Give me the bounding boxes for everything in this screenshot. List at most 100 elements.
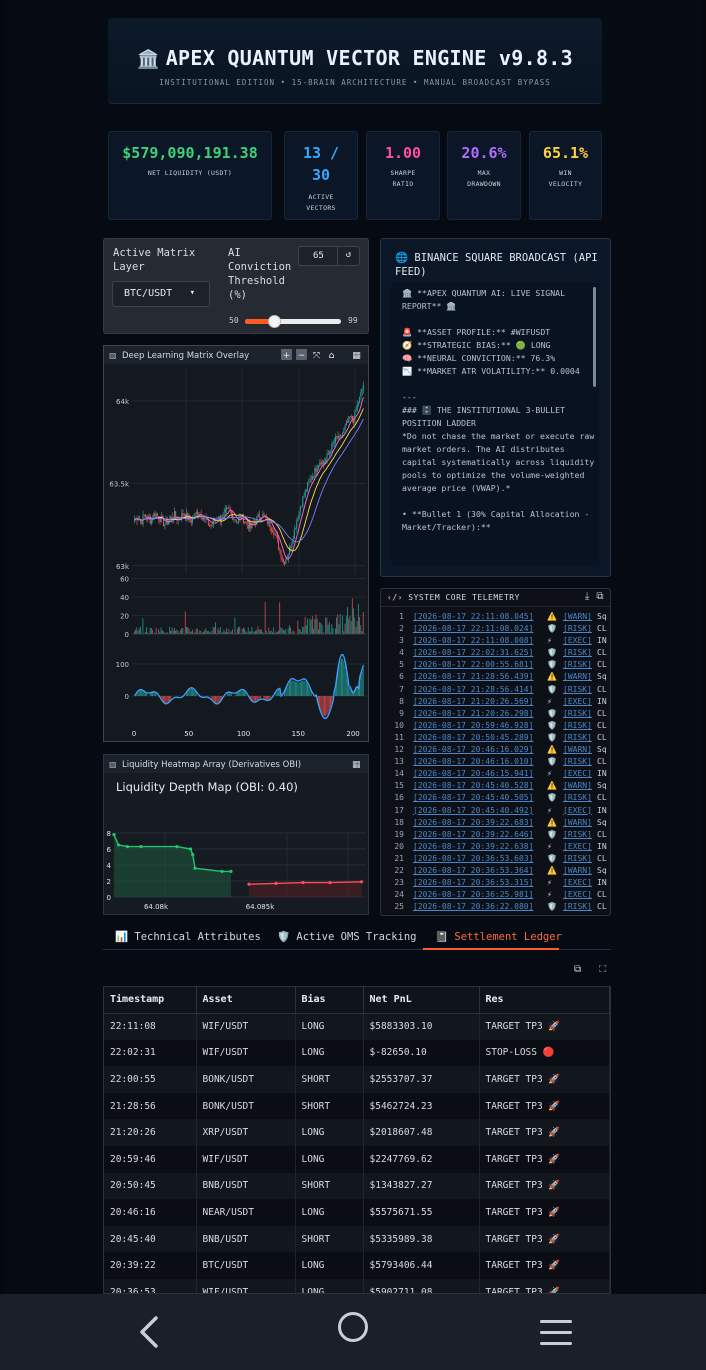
table-row[interactable]: 21:28:56 BONK/USDT SHORT $5462724.23 TARGET … bbox=[104, 1092, 610, 1120]
log-row[interactable]: 7 [2026-08-17 21:28:56.414] 🛡️ [RISK] CL bbox=[381, 684, 610, 696]
log-row[interactable]: 22 [2026-08-17 20:36:53.364] ⚠️ [WARN] Sq bbox=[381, 865, 610, 877]
histogram-bar bbox=[194, 690, 196, 696]
table-row[interactable]: 20:39:22 BTC/USDT LONG $5793406.44 TARGET TP… bbox=[104, 1252, 610, 1279]
control-panel: Active Matrix Layer BTC/USDT ▾ AI Convic… bbox=[103, 238, 369, 334]
broadcast-body[interactable]: 🏛️ **APEX QUANTUM AI: LIVE SIGNAL REPORT… bbox=[391, 283, 599, 565]
tick-label: 64k bbox=[116, 398, 130, 406]
log-ts: [2026-08-17 21:20:26.569] bbox=[413, 696, 534, 706]
log-n: 14 bbox=[394, 769, 404, 779]
volume-bar bbox=[309, 618, 311, 634]
table-row[interactable]: 20:59:46 WIF/USDT LONG $2247769.62 TARGET TP… bbox=[104, 1145, 610, 1173]
volume-bar bbox=[256, 630, 258, 634]
table-row[interactable]: 20:45:40 BNB/USDT SHORT $5335989.38 TARGET T… bbox=[104, 1225, 610, 1253]
log-row[interactable]: 8 [2026-08-17 21:20:26.569] ⚡ [EXEC] IN bbox=[381, 696, 610, 708]
copy-icon[interactable]: ⧉ bbox=[596, 591, 604, 602]
slider-handle[interactable] bbox=[268, 315, 282, 328]
log-row[interactable]: 3 [2026-08-17 22:11:08.008] ⚡ [EXEC] IN bbox=[381, 635, 610, 647]
log-tag: [RISK] bbox=[563, 624, 592, 634]
toolbar-icon: + bbox=[283, 351, 291, 361]
volume-bar bbox=[361, 630, 363, 634]
log-row[interactable]: 14 [2026-08-17 20:46:15.941] ⚡ [EXEC] IN bbox=[381, 768, 610, 780]
copy-icon[interactable]: ⧉ bbox=[574, 964, 581, 975]
tab-settlement-ledger[interactable]: 📓 Settlement Ledger bbox=[435, 930, 562, 943]
recent-apps-icon[interactable] bbox=[540, 1320, 572, 1353]
table-row[interactable]: 20:46:16 NEAR/USDT LONG $5575671.55 TARGET T… bbox=[104, 1199, 610, 1226]
col-timestamp[interactable]: Timestamp bbox=[104, 987, 197, 1014]
log-row[interactable]: 25 [2026-08-17 20:36:22.080] 🛡️ [RISK] CL bbox=[381, 901, 610, 913]
table-row[interactable]: 22:00:55 BONK/USDT SHORT $2553707.37 TARGET … bbox=[104, 1066, 610, 1093]
volume-bar bbox=[273, 627, 275, 634]
heatmap-panel[interactable]: ▨ Liquidity Heatmap Array (Derivatives OB… bbox=[103, 754, 369, 915]
log-row[interactable]: 20 [2026-08-17 20:39:22.638] ⚡ [EXEC] IN bbox=[381, 841, 610, 853]
threshold-slider[interactable] bbox=[245, 315, 341, 328]
log-row[interactable]: 12 [2026-08-17 20:46:16.029] ⚠️ [WARN] Sq bbox=[381, 744, 610, 756]
histogram-bar bbox=[293, 680, 295, 696]
candle bbox=[223, 511, 225, 515]
reset-icon[interactable]: ↺ bbox=[337, 247, 359, 265]
tab-active-oms-tracking[interactable]: 🛡️ Active OMS Tracking bbox=[277, 930, 417, 943]
matrix-layer-select[interactable]: BTC/USDT ▾ bbox=[112, 281, 210, 307]
broadcast-scrollbar[interactable] bbox=[593, 287, 596, 387]
volume-bar bbox=[219, 626, 221, 634]
col-bias[interactable]: Bias bbox=[295, 987, 364, 1014]
log-row[interactable]: 23 [2026-08-17 20:36:53.315] ⚡ [EXEC] IN bbox=[381, 877, 610, 889]
col-asset[interactable]: Asset bbox=[196, 987, 296, 1014]
log-row[interactable]: 18 [2026-08-17 20:39:22.683] ⚠️ [WARN] Sq bbox=[381, 817, 610, 829]
histogram-bar bbox=[244, 691, 246, 696]
metric-label: SHARPE RATIO bbox=[390, 169, 416, 188]
log-row[interactable]: 24 [2026-08-17 20:36:25.981] ⚡ [EXEC] CL bbox=[381, 889, 610, 901]
volume-bar bbox=[287, 628, 289, 634]
table-row[interactable]: 22:02:31 WIF/USDT LONG $-82650.10 STOP-LOSS … bbox=[104, 1039, 610, 1067]
table-row[interactable]: 20:50:45 BNB/USDT SHORT $1343827.27 TARGET T… bbox=[104, 1172, 610, 1200]
download-icon[interactable]: ⤓ bbox=[585, 591, 590, 602]
log-row[interactable]: 1 [2026-08-17 22:11:08.045] ⚠️ [WARN] Sq bbox=[381, 611, 610, 623]
log-row[interactable]: 5 [2026-08-17 22:00:55.681] 🛡️ [RISK] CL bbox=[381, 659, 610, 671]
log-row[interactable]: 4 [2026-08-17 22:02:31.625] 🛡️ [RISK] CL bbox=[381, 647, 610, 659]
candle bbox=[173, 511, 175, 519]
telemetry-log[interactable]: 1 [2026-08-17 22:11:08.045] ⚠️ [WARN] Sq 2 [20… bbox=[381, 611, 610, 913]
volume-bar bbox=[284, 630, 285, 634]
threshold-input[interactable]: 65 ↺ bbox=[298, 246, 360, 266]
log-row[interactable]: 9 [2026-08-17 21:20:26.298] 🛡️ [RISK] CL bbox=[381, 708, 610, 720]
table-row[interactable]: 21:20:26 XRP/USDT LONG $2018607.48 TARGET TP… bbox=[104, 1119, 610, 1146]
tab-technical-attributes[interactable]: 📊 Technical Attributes bbox=[115, 930, 261, 943]
home-icon[interactable] bbox=[338, 1312, 368, 1342]
candle bbox=[259, 517, 261, 519]
candle bbox=[337, 436, 339, 439]
table-row[interactable]: 22:11:08 WIF/USDT LONG $5883303.10 TARGET TP… bbox=[104, 1013, 610, 1040]
metric-card: $579,090,191.38 NET LIQUIDITY (USDT) bbox=[108, 131, 272, 220]
col-net-pnl[interactable]: Net PnL bbox=[363, 987, 480, 1014]
fullscreen-icon[interactable]: ⛶ bbox=[599, 964, 606, 975]
log-row[interactable]: 2 [2026-08-17 22:11:08.024] 🛡️ [RISK] CL bbox=[381, 623, 610, 635]
ledger-body: 22:11:08 WIF/USDT LONG $5883303.10 TARGET TP… bbox=[104, 1013, 610, 1293]
log-row[interactable]: 11 [2026-08-17 20:50:45.289] 🛡️ [RISK] CL bbox=[381, 732, 610, 744]
back-icon[interactable] bbox=[136, 1314, 162, 1350]
table-cell: LONG bbox=[295, 1252, 364, 1279]
matrix-chart-svg: Deep Learning Matrix Overlay ▨ + − ⤧ ⌂ ▦ 64k 63.… bbox=[104, 346, 368, 741]
log-row[interactable]: 6 [2026-08-17 21:28:56.439] ⚠️ [WARN] Sq bbox=[381, 671, 610, 683]
matrix-chart[interactable]: Deep Learning Matrix Overlay ▨ + − ⤧ ⌂ ▦ 64k 63.… bbox=[103, 345, 369, 742]
log-ts: [2026-08-17 20:50:45.289] bbox=[413, 732, 534, 742]
log-n: 20 bbox=[394, 841, 404, 851]
log-level-icon: 🛡️ bbox=[547, 624, 557, 634]
log-row[interactable]: 19 [2026-08-17 20:39:22.646] 🛡️ [RISK] CL bbox=[381, 829, 610, 841]
broadcast-line: 📉 **MARKET ATR VOLATILITY:** 0.0004 bbox=[402, 366, 580, 376]
log-row[interactable]: 21 [2026-08-17 20:36:53.603] 🛡️ [RISK] CL bbox=[381, 853, 610, 865]
log-row[interactable]: 13 [2026-08-17 20:46:16.010] 🛡️ [RISK] CL bbox=[381, 756, 610, 768]
matrix-layer-label: Active Matrix Layer bbox=[113, 247, 196, 273]
log-ts: [2026-08-17 22:00:55.681] bbox=[413, 660, 534, 670]
histogram-bar bbox=[361, 671, 363, 696]
table-cell: WIF/USDT bbox=[196, 1013, 296, 1040]
chart-icon: ▨ bbox=[109, 760, 117, 769]
table-row[interactable]: 20:36:53 WIF/USDT LONG $5902711.08 TARGET TP… bbox=[104, 1278, 610, 1293]
log-level-icon: ⚡ bbox=[547, 805, 552, 815]
log-row[interactable]: 16 [2026-08-17 20:45:40.505] 🛡️ [RISK] CL bbox=[381, 792, 610, 804]
log-row[interactable]: 15 [2026-08-17 20:45:40.528] ⚠️ [WARN] Sq bbox=[381, 780, 610, 792]
table-cell: $5575671.55 bbox=[363, 1199, 480, 1226]
histogram-bar bbox=[154, 692, 156, 696]
col-result[interactable]: Res bbox=[479, 987, 610, 1014]
volume-bar bbox=[347, 606, 348, 634]
log-row[interactable]: 17 [2026-08-17 20:45:40.492] ⚡ [EXEC] IN bbox=[381, 805, 610, 817]
settlement-ledger-table[interactable]: Timestamp Asset Bias Net PnL Res 22:11:0… bbox=[103, 986, 611, 1294]
log-row[interactable]: 10 [2026-08-17 20:59:46.928] 🛡️ [RISK] CL bbox=[381, 720, 610, 732]
